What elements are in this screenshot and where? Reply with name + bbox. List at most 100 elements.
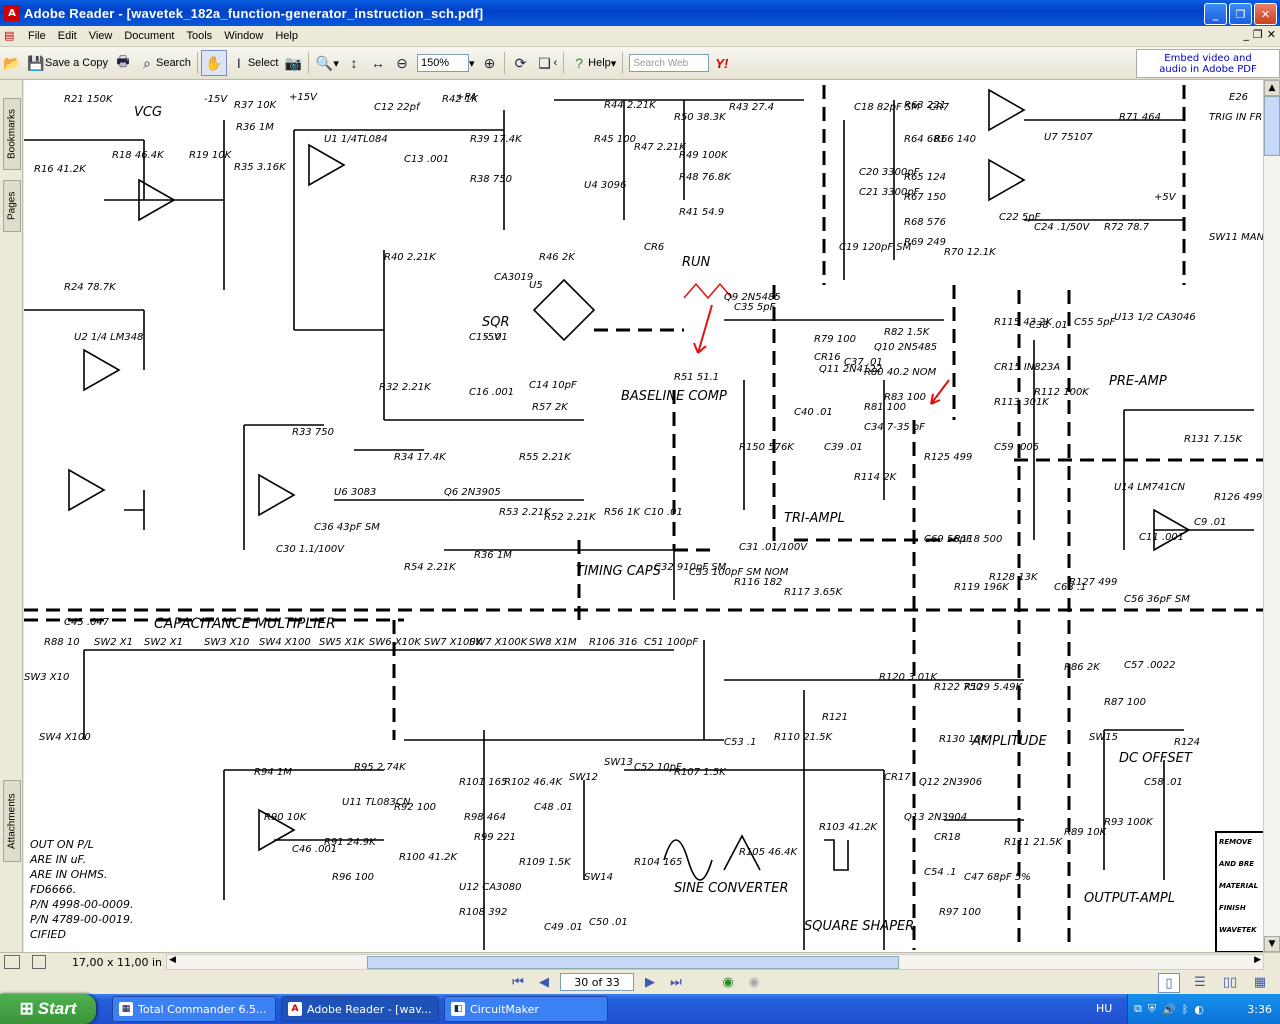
page-number-field[interactable]: 30 of 33 <box>560 973 634 991</box>
window-controls: _ ❐ ✕ <box>1204 3 1277 25</box>
hand-tool-button[interactable]: ✋ <box>200 50 227 76</box>
note-text: FD6666. <box>30 883 76 896</box>
component-label: R38 750 <box>470 174 512 185</box>
adobe-reader-task-icon: A <box>288 1002 302 1016</box>
menu-edit[interactable]: Edit <box>52 30 83 42</box>
page-layout-button[interactable]: ❏ ‹ <box>532 51 560 75</box>
power-rail-label: +PA <box>456 92 477 103</box>
continuous-facing-icon[interactable]: ▦ <box>1250 973 1270 991</box>
scroll-up-icon[interactable]: ▲ <box>1264 80 1280 96</box>
select-tool-button[interactable]: I Select <box>227 51 282 75</box>
component-label: R103 41.2K <box>819 822 878 833</box>
bookmarks-tab[interactable]: Bookmarks <box>3 98 21 170</box>
scroll-left-icon[interactable]: ◀ <box>169 955 176 965</box>
section-label: TIMING CAPS <box>576 564 661 579</box>
zoom-dropdown-icon[interactable]: ▾ <box>469 57 475 70</box>
shield-icon[interactable]: ⛨ <box>1148 1002 1156 1016</box>
open-button[interactable]: 📂 <box>0 51 24 75</box>
zoom-out-button[interactable]: ⊖ <box>390 51 414 75</box>
hand-icon: ✋ <box>205 54 223 71</box>
horizontal-scrollbar[interactable]: ◀ ▶ <box>166 954 1264 970</box>
component-label: R118 500 <box>954 534 1002 545</box>
taskbar-item-adobe-reader[interactable]: A Adobe Reader - [wav... <box>281 996 439 1022</box>
continuous-icon[interactable]: ☰ <box>1190 973 1210 991</box>
minimize-button[interactable]: _ <box>1204 3 1227 25</box>
search-button[interactable]: ⌕ Search <box>135 51 194 75</box>
component-label: SW8 X1M <box>529 637 577 648</box>
zoom-value[interactable]: 150% <box>416 54 469 72</box>
attachments-tab[interactable]: Attachments <box>3 780 21 862</box>
component-label: C31 .01/100V <box>739 542 808 553</box>
section-label: CAPACITANCE MULTIPLIER <box>154 616 336 632</box>
doc-close-button[interactable]: ✕ <box>1267 28 1276 41</box>
text-cursor-icon: I <box>236 55 241 71</box>
help-button[interactable]: ? Help ▾ <box>567 51 619 75</box>
actual-size-button[interactable]: ↕ <box>342 51 366 75</box>
maximize-button[interactable]: ❐ <box>1229 3 1252 25</box>
zoom-combobox[interactable]: 150% ▾ <box>414 51 478 75</box>
doc-minimize-button[interactable]: _ <box>1243 28 1249 41</box>
page-view-icon[interactable] <box>4 955 20 969</box>
component-label: U4 3096 <box>584 180 626 191</box>
zoom-in-button[interactable]: ⊕ <box>477 51 501 75</box>
taskbar-item-total-commander[interactable]: ▦ Total Commander 6.5... <box>112 996 276 1022</box>
menu-document[interactable]: Document <box>118 30 180 42</box>
language-indicator[interactable]: HU <box>1096 1002 1112 1015</box>
component-label: CR18 <box>934 832 961 843</box>
menu-file[interactable]: File <box>22 30 52 42</box>
print-button[interactable]: 🖶 <box>111 51 135 75</box>
network-icon[interactable]: ⧉ <box>1134 1002 1142 1016</box>
tray-app-icon[interactable]: ◐ <box>1194 1003 1204 1016</box>
document-properties-icon[interactable] <box>32 955 46 969</box>
menu-tools[interactable]: Tools <box>181 30 219 42</box>
title-bar[interactable]: A Adobe Reader - [wavetek_182a_function-… <box>0 0 1280 26</box>
fit-width-button[interactable]: ↔ <box>366 51 390 75</box>
snapshot-button[interactable]: 📷 <box>281 51 305 75</box>
menu-view[interactable]: View <box>83 30 119 42</box>
close-button[interactable]: ✕ <box>1254 3 1277 25</box>
go-back-icon[interactable]: ◉ <box>718 973 738 991</box>
component-label: R19 10K <box>189 150 233 161</box>
search-web-field[interactable]: Search Web <box>626 51 712 75</box>
component-label: C47 68pF 5% <box>964 872 1031 883</box>
menu-window[interactable]: Window <box>218 30 269 42</box>
component-label: C14 10pF <box>529 380 577 391</box>
document-view[interactable]: VCG PRE-AMP TRI-AMPL TIMING CAPS CAPACITANCE… <box>24 80 1264 952</box>
pages-tab[interactable]: Pages <box>3 180 21 232</box>
first-page-icon[interactable]: ⏮ <box>508 973 528 991</box>
component-label: CR6 <box>644 242 664 253</box>
document-icon[interactable]: ▤ <box>4 29 18 43</box>
windows-taskbar: ⊞ Start ▦ Total Commander 6.5... A Adobe Re… <box>0 994 1280 1024</box>
single-page-icon[interactable]: ▯ <box>1158 973 1180 993</box>
horizontal-scroll-thumb[interactable] <box>367 956 899 969</box>
embed-video-ad[interactable]: Embed video and audio in Adobe PDF <box>1136 49 1280 78</box>
zoom-tool-button[interactable]: 🔍 ▾ <box>312 51 342 75</box>
component-label: R107 1.5K <box>674 767 727 778</box>
more-arrow-icon: ‹ <box>553 57 558 69</box>
vertical-scrollbar[interactable]: ▲ ▼ <box>1263 80 1280 952</box>
last-page-icon[interactable]: ⏭ <box>666 973 686 991</box>
bluetooth-icon[interactable]: ᛒ <box>1182 1003 1189 1016</box>
doc-restore-button[interactable]: ❐ <box>1253 28 1263 41</box>
component-label: R57 2K <box>532 402 569 413</box>
rotate-view-button[interactable]: ⟳ <box>508 51 532 75</box>
op-amp-symbol <box>258 473 296 517</box>
scroll-down-icon[interactable]: ▼ <box>1264 936 1280 952</box>
search-web-input[interactable]: Search Web <box>629 54 710 72</box>
taskbar-item-circuitmaker[interactable]: ◧ CircuitMaker <box>444 996 608 1022</box>
next-page-icon[interactable]: ▶ <box>640 973 660 991</box>
volume-icon[interactable]: 🔊 <box>1162 1003 1176 1016</box>
go-forward-icon[interactable]: ◉ <box>744 973 764 991</box>
component-label: R16 41.2K <box>34 164 87 175</box>
component-label: R110 21.5K <box>774 732 833 743</box>
scroll-right-icon[interactable]: ▶ <box>1254 955 1261 965</box>
vertical-scroll-thumb[interactable] <box>1264 96 1280 156</box>
previous-page-icon[interactable]: ◀ <box>534 973 554 991</box>
start-button[interactable]: ⊞ Start <box>0 994 96 1024</box>
save-copy-button[interactable]: 💾 Save a Copy <box>24 51 111 75</box>
component-label: C34 7-35 pF <box>864 422 925 433</box>
facing-icon[interactable]: ▯▯ <box>1220 973 1240 991</box>
component-label: SW15 <box>1089 732 1118 743</box>
yahoo-button[interactable]: Y! <box>712 51 731 75</box>
menu-help[interactable]: Help <box>269 30 304 42</box>
